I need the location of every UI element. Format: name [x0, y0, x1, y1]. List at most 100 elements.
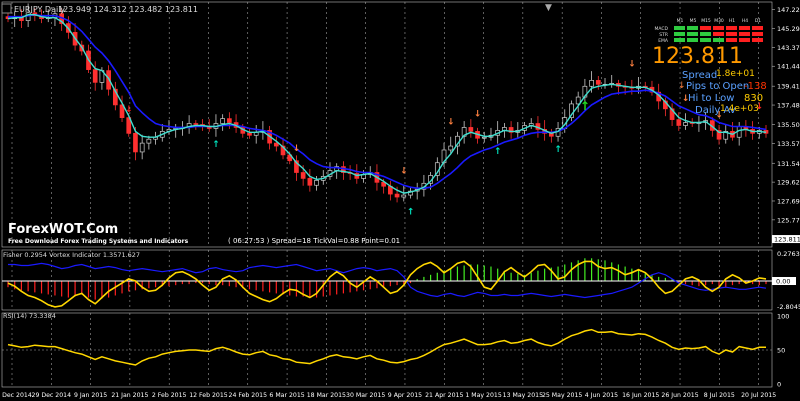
signal-cell — [700, 26, 711, 30]
sell-arrow-icon: ↓ — [400, 167, 408, 177]
sell-arrow-icon: ↓ — [125, 105, 133, 115]
signal-cell — [726, 32, 737, 36]
signal-cell — [726, 26, 737, 30]
signal-cell — [752, 26, 763, 30]
candle-body — [314, 180, 319, 186]
price-tick-label: 135.500 — [777, 121, 800, 129]
signal-cell — [700, 38, 711, 42]
candle-body — [683, 122, 688, 126]
timeframe-label: H4 — [742, 18, 748, 24]
candle-body — [227, 118, 232, 123]
signal-cell — [739, 32, 750, 36]
dropdown-icon[interactable]: ▼ — [545, 3, 552, 13]
signal-cell — [713, 26, 724, 30]
signal-cell — [726, 38, 737, 42]
date-tick-label: 21 Jan 2015 — [111, 392, 148, 399]
hilo-value: 830 — [744, 93, 763, 104]
price-tick-label: 131.545 — [777, 160, 800, 168]
signal-cell — [752, 32, 763, 36]
last-price-tag-label: 123.811 — [774, 236, 800, 244]
date-tick-label: 4 Jun 2015 — [585, 392, 618, 399]
candle-body — [468, 127, 474, 132]
price-tick-label: 145.295 — [777, 25, 800, 33]
timeframe-label: D1 — [755, 18, 761, 24]
buy-arrow-icon: ↑ — [407, 208, 415, 218]
date-tick-label: 30 Mar 2015 — [346, 392, 385, 399]
candle-body — [589, 80, 594, 87]
date-tick-label: 25 May 2015 — [542, 392, 582, 399]
date-tick-label: 16 Dec 2014 — [0, 392, 32, 399]
panel-frame — [1, 249, 773, 311]
date-tick-label: 1 May 2015 — [465, 392, 501, 399]
trading-terminal: ↓↑↓↑↓↓↓↑↑↑↓↓↓↓ 16 Dec 201429 Dec 20149 J… — [0, 0, 800, 401]
rsi-line — [7, 328, 766, 366]
timeframe-label: H1 — [729, 18, 735, 24]
date-tick-label: 2 Feb 2015 — [152, 392, 187, 399]
timeframe-label: M5 — [690, 18, 697, 24]
timeframe-label: M30 — [714, 18, 724, 24]
fisher-level-tag-label: 0.00 — [776, 278, 790, 286]
signal-cell — [674, 38, 685, 42]
signal-cell — [674, 26, 685, 30]
hilo-label: Hi to Low — [688, 93, 734, 104]
price-tick-label: 147.220 — [777, 6, 800, 14]
spread-label: Spread — [682, 70, 717, 81]
candle-body — [247, 132, 252, 136]
candle-body — [193, 123, 199, 125]
date-tick-label: 16 Jun 2015 — [622, 392, 659, 399]
brand-tagline: Free Download Forex Trading Systems and … — [8, 238, 189, 245]
spread-value: 1.8e+01 — [716, 69, 755, 79]
candle-body — [139, 142, 145, 153]
candle-body — [481, 136, 487, 139]
pips-value: -138 — [744, 81, 767, 92]
fisher-axis-label: -2.8045 — [777, 303, 800, 311]
current-price: 123.811 — [652, 44, 743, 69]
date-tick-label: 29 Dec 2014 — [32, 392, 72, 399]
timeframe-label: M15 — [701, 18, 711, 24]
candle-body — [146, 138, 152, 144]
brand-watermark: ForexWOT.Com — [8, 222, 118, 237]
candle-body — [676, 119, 682, 126]
rsi-axis-label: 50 — [777, 347, 785, 355]
candle-body — [307, 178, 313, 186]
chart-canvas[interactable]: ↓↑↓↑↓↓↓↑↑↑↓↓↓↓ 16 Dec 201429 Dec 20149 J… — [0, 0, 800, 401]
price-tick-label: 133.575 — [777, 140, 800, 148]
date-tick-label: 12 Feb 2015 — [189, 392, 228, 399]
signal-cell — [752, 38, 763, 42]
price-tick-label: 129.620 — [777, 179, 800, 187]
buy-arrow-icon: ↑ — [212, 140, 220, 150]
date-tick-label: 24 Feb 2015 — [229, 392, 268, 399]
candle-body — [92, 69, 98, 83]
sell-arrow-icon: ↓ — [628, 60, 636, 70]
candle-body — [401, 194, 407, 198]
sell-arrow-icon: ↓ — [474, 110, 482, 120]
date-tick-label: 21 Apr 2015 — [425, 392, 463, 399]
fisher-line — [7, 260, 767, 308]
signal-table: M1 M5 M15 M30 H1 H4 D1MACDSTREMA — [655, 18, 763, 44]
price-tick-label: 137.485 — [777, 102, 800, 110]
date-tick-label: 18 Mar 2015 — [307, 392, 346, 399]
date-tick-label: 26 Jun 2015 — [661, 392, 698, 399]
panel-frame — [1, 1, 773, 248]
signal-cell — [739, 38, 750, 42]
signal-row-label: STR — [659, 32, 668, 38]
symbol-collapse-icon[interactable] — [1, 3, 12, 14]
fisher-label: Fisher 0.2954 Vortex Indicator 1.3571.62… — [3, 251, 140, 259]
price-tick-label: 139.410 — [777, 83, 800, 91]
price-tick-label: 127.695 — [777, 197, 800, 205]
signal-cell — [674, 32, 685, 36]
rsi-label: RSI(14) 73.3384 — [3, 312, 56, 320]
price-tick-label: 125.770 — [777, 216, 800, 224]
candle-body — [273, 142, 279, 147]
rsi-axis-label: 0 — [777, 381, 781, 389]
date-tick-label: 20 Jul 2015 — [741, 392, 776, 399]
candle-body — [220, 118, 225, 124]
price-tick-label: 141.445 — [777, 63, 800, 71]
signal-cell — [687, 38, 698, 42]
signal-cell — [713, 38, 724, 42]
signal-cell — [687, 26, 698, 30]
signal-cell — [700, 32, 711, 36]
date-tick-label: 9 Jan 2015 — [74, 392, 107, 399]
signal-cell — [687, 32, 698, 36]
sell-arrow-icon: ↓ — [447, 118, 455, 128]
